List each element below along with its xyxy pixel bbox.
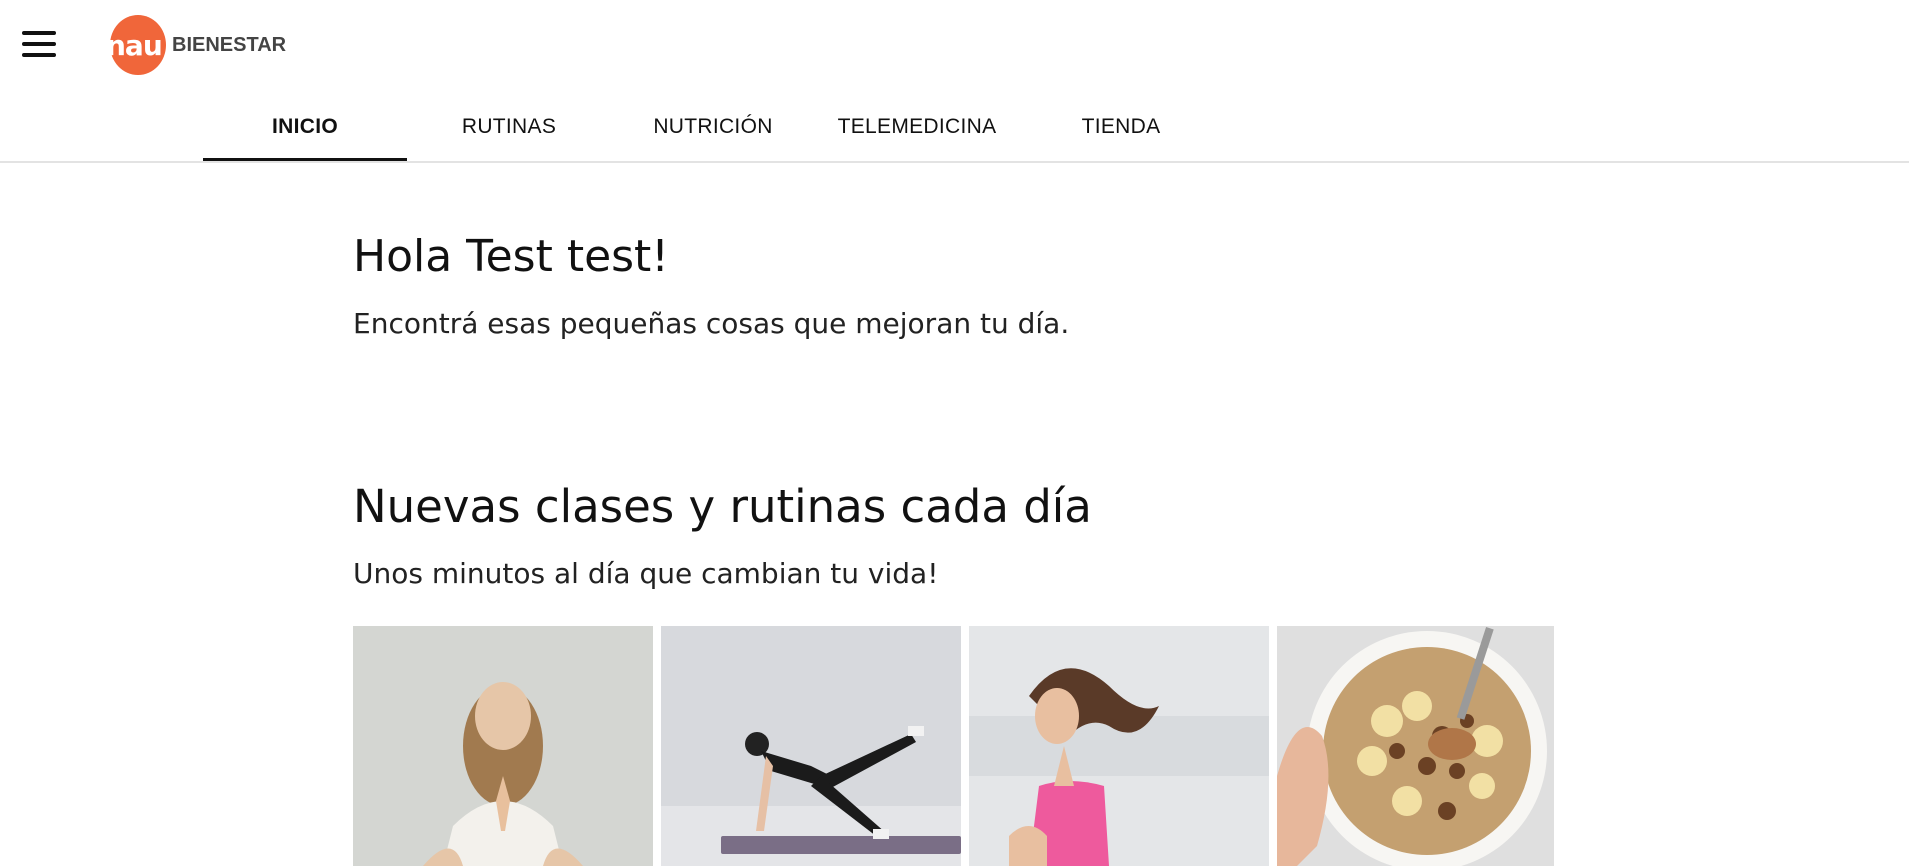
classes-section-subtitle: Unos minutos al día que cambian tu vida! [353,557,939,590]
tab-telemedicina[interactable]: TELEMEDICINA [815,92,1019,162]
tab-rutinas[interactable]: RUTINAS [407,92,611,162]
workout-photo[interactable] [661,626,961,866]
hamburger-menu-icon[interactable] [18,28,60,60]
tab-tienda[interactable]: TIENDA [1019,92,1223,162]
classes-section-title: Nuevas clases y rutinas cada día [353,480,1092,533]
menu-bar [22,53,56,57]
menu-bar [22,31,56,35]
oatmeal-bowl-photo[interactable] [1277,626,1554,866]
meditation-image [353,626,653,866]
greeting-subtitle: Encontrá esas pequeñas cosas que mejoran… [353,307,1070,340]
top-header: nau BIENESTAR [0,0,1909,92]
workout-image [661,626,961,866]
oatmeal-image [1277,626,1554,866]
tabs-divider [0,161,1909,163]
logo-mark: nau [106,29,163,62]
brand-logo[interactable]: nau BIENESTAR [106,13,287,77]
classes-card-row [353,626,1554,866]
main-tabs: INICIO RUTINAS NUTRICIÓN TELEMEDICINA TI… [203,92,1223,162]
meditation-photo[interactable] [353,626,653,866]
tab-inicio[interactable]: INICIO [203,92,407,162]
running-image [969,626,1269,866]
tab-nutricion[interactable]: NUTRICIÓN [611,92,815,162]
menu-bar [22,42,56,46]
greeting-title: Hola Test test! [353,231,669,282]
logo-circle: nau [106,15,166,75]
running-photo[interactable] [969,626,1269,866]
logo-wordmark: BIENESTAR [172,33,287,56]
